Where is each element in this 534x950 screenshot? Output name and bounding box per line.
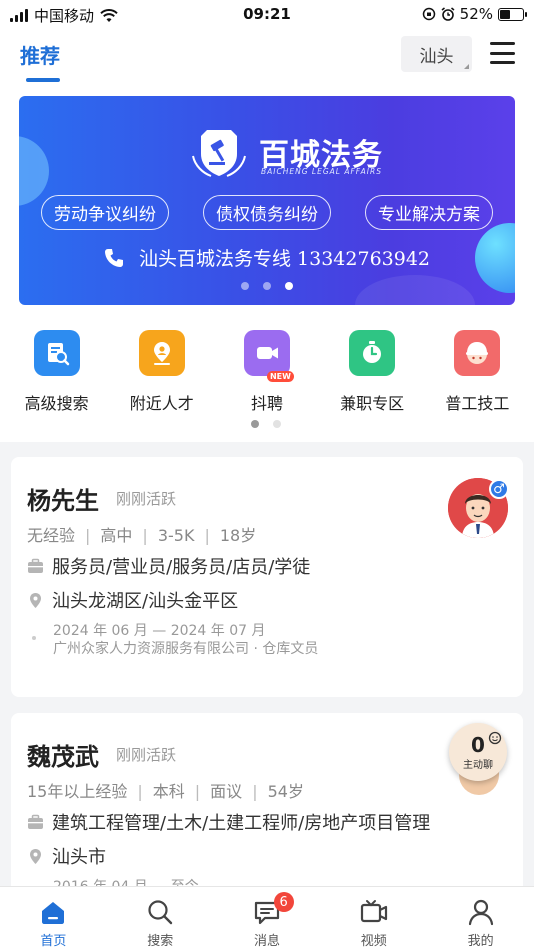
law-shield-logo-icon: [192, 130, 246, 177]
menu-icon[interactable]: [490, 42, 515, 64]
promo-banner[interactable]: 百城法务 BAICHENG LEGAL AFFAIRS 劳动争议纠纷 债权债务纠…: [19, 96, 515, 305]
profile-icon: [468, 899, 493, 926]
battery-icon: [498, 7, 527, 21]
banner-brand-subtitle: BAICHENG LEGAL AFFAIRS: [261, 167, 382, 176]
candidate-card[interactable]: 魏茂武 刚刚活跃 15年以上经验 | 本科 | 面议 | 54岁 建筑工程管理/土木/土建工…: [11, 713, 523, 913]
search-icon: [148, 900, 173, 925]
tab-active-indicator: [26, 78, 60, 82]
meta-experience: 15年以上经验: [27, 782, 128, 801]
banner-dot[interactable]: [241, 282, 249, 290]
chat-label: 主动聊: [463, 759, 493, 771]
banner-pill: 专业解决方案: [365, 195, 493, 230]
tab-messages[interactable]: 6 消息: [214, 887, 321, 950]
tab-label: 我的: [467, 934, 494, 949]
candidate-name: 魏茂武: [27, 743, 99, 771]
search-doc-icon: [33, 330, 80, 376]
video-icon: [360, 900, 387, 923]
phone-icon: [105, 248, 123, 267]
location-pin-icon: [30, 592, 41, 608]
meta-salary: 面议: [210, 782, 243, 801]
tab-label: 视频: [360, 934, 387, 949]
proactive-chat-button[interactable]: 0 主动聊: [449, 723, 507, 781]
quick-label: 普工技工: [445, 394, 510, 413]
candidate-location: 汕头市: [52, 847, 106, 868]
quick-label: 抖聘: [250, 394, 283, 413]
candidate-name: 杨先生: [27, 487, 99, 515]
quick-label: 高级搜索: [24, 394, 89, 413]
meta-age: 18岁: [219, 526, 257, 545]
quick-nearby-talent[interactable]: 附近人才: [110, 330, 214, 414]
tab-label: 首页: [40, 934, 67, 949]
meta-education: 本科: [152, 782, 185, 801]
home-icon: [42, 902, 65, 924]
candidate-jobs: 服务员/营业员/服务员/店员/学徒: [52, 557, 311, 578]
quick-dot[interactable]: [273, 420, 281, 428]
briefcase-icon: [28, 814, 43, 829]
male-gender-icon: ♂: [489, 479, 509, 499]
candidate-meta: 无经验 | 高中 | 3-5K | 18岁: [27, 526, 257, 545]
battery-percent: 52%: [459, 5, 493, 23]
new-badge: NEW: [266, 371, 294, 382]
tab-search[interactable]: 搜索: [107, 887, 214, 950]
banner-pagination: [19, 282, 515, 290]
candidate-location: 汕头龙湖区/汕头金平区: [52, 591, 239, 612]
candidate-active-status: 刚刚活跃: [116, 746, 177, 764]
candidate-active-status: 刚刚活跃: [116, 490, 177, 508]
tab-home[interactable]: 首页: [0, 887, 107, 950]
tab-recommend[interactable]: 推荐: [20, 40, 60, 69]
banner-hotline: 汕头百城法务专线 13342763942: [139, 248, 431, 270]
candidate-jobs: 建筑工程管理/土木/土建工程师/房地产项目管理: [52, 813, 431, 834]
quick-label: 附近人才: [129, 394, 194, 413]
city-selector[interactable]: 汕头: [401, 36, 472, 72]
candidate-jobs-row: 建筑工程管理/土木/土建工程师/房地产项目管理: [27, 809, 430, 835]
meta-age: 54岁: [267, 782, 304, 801]
quick-part-time[interactable]: 兼职专区: [320, 330, 424, 414]
quick-label: 兼职专区: [340, 394, 405, 413]
tab-video[interactable]: 视频: [320, 887, 427, 950]
tab-label: 搜索: [147, 934, 174, 949]
banner-decor: [355, 275, 475, 305]
briefcase-icon: [28, 558, 43, 573]
stopwatch-icon: [349, 330, 396, 376]
smile-chat-icon: [488, 731, 502, 745]
bottom-tab-bar: 首页 搜索 6 消息 视频 我的: [0, 886, 534, 950]
candidate-location-row: 汕头龙湖区/汕头金平区: [27, 587, 238, 613]
candidate-card[interactable]: 杨先生 刚刚活跃 无经验 | 高中 | 3-5K | 18岁 服务员/营业员/服务员/店员/…: [11, 457, 523, 697]
experience-period: 2024 年 06 月 — 2024 年 07 月: [53, 623, 266, 639]
banner-pill: 劳动争议纠纷: [41, 195, 169, 230]
location-person-icon: [138, 330, 185, 376]
candidate-meta: 15年以上经验 | 本科 | 面议 | 54岁: [27, 782, 304, 801]
quick-douyin-jobs[interactable]: NEW 抖聘: [215, 330, 319, 414]
candidate-jobs-row: 服务员/营业员/服务员/店员/学徒: [27, 553, 310, 579]
alarm-icon: [441, 7, 455, 21]
worker-icon: [454, 330, 501, 376]
experience-company: 广州众家人力资源服务有限公司 · 仓库文员: [53, 641, 319, 657]
candidate-location-row: 汕头市: [27, 843, 106, 869]
meta-experience: 无经验: [27, 526, 76, 545]
tab-profile[interactable]: 我的: [427, 887, 534, 950]
banner-dot-active[interactable]: [285, 282, 293, 290]
location-pin-icon: [30, 848, 41, 864]
tab-label: 消息: [253, 934, 280, 949]
meta-salary: 3-5K: [157, 526, 195, 545]
orientation-lock-icon: [422, 7, 435, 21]
candidate-experience: 2024 年 06 月 — 2024 年 07 月 广州众家人力资源服务有限公司…: [27, 622, 318, 658]
video-camera-icon: NEW: [243, 330, 294, 382]
quick-general-workers[interactable]: 普工技工: [425, 330, 529, 414]
chat-count: 0: [471, 732, 485, 757]
quick-entry-grid: 高级搜索 附近人才 NEW 抖聘 兼职专区 普工技工: [0, 330, 534, 414]
status-bar: 中国移动 09:21 52%: [0, 0, 534, 28]
banner-pill: 债权债务纠纷: [203, 195, 331, 230]
quick-dot-active[interactable]: [251, 420, 259, 428]
quick-advanced-search[interactable]: 高级搜索: [5, 330, 109, 414]
meta-education: 高中: [100, 526, 133, 545]
unread-badge: 6: [273, 892, 294, 912]
banner-dot[interactable]: [263, 282, 271, 290]
quick-pagination: [251, 420, 281, 428]
